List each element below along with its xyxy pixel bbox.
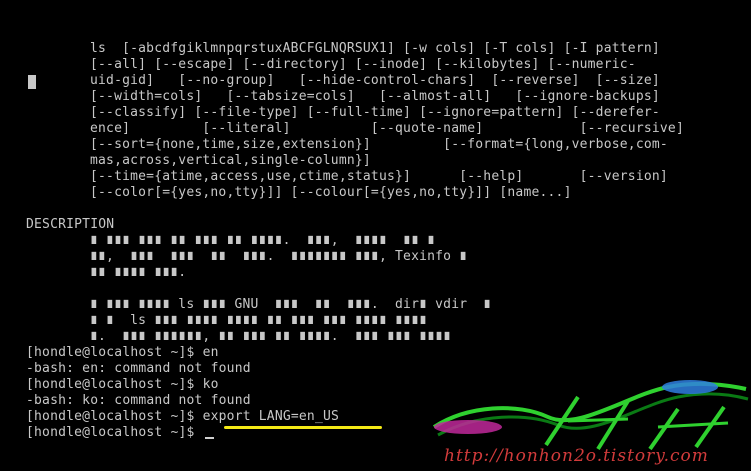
description-line: ∎. ∎∎∎ ∎∎∎∎∎∎, ∎∎ ∎∎∎ ∎∎ ∎∎∎∎. ∎∎∎ ∎∎∎ ∎… (90, 329, 452, 344)
watermark-stroke (648, 407, 680, 451)
watermark-blob (662, 380, 718, 394)
watermark-url: http://honhon2o.tistory.com (444, 446, 709, 466)
shell-error-line: -bash: en: command not found (26, 361, 251, 376)
text-cursor (204, 437, 214, 439)
command-underline (224, 426, 382, 429)
synopsis-line: mas,across,vertical,single-column}] (90, 153, 371, 168)
shell-error-line: -bash: ko: command not found (26, 393, 251, 408)
watermark-blob (434, 420, 502, 434)
synopsis-line: [--classify] [--file-type] [--full-time]… (90, 105, 660, 120)
synopsis-line: [--time={atime,access,use,ctime,status}]… (90, 169, 668, 184)
description-line: ∎ ∎∎∎ ∎∎∎ ∎∎ ∎∎∎ ∎∎ ∎∎∎∎. ∎∎∎, ∎∎∎∎ ∎∎ ∎ (90, 233, 436, 248)
description-line: ∎∎ ∎∎∎∎ ∎∎∎. (90, 265, 187, 280)
synopsis-line: [--color[={yes,no,tty}]] [--colour[={yes… (90, 185, 572, 200)
synopsis-line: [--all] [--escape] [--directory] [--inod… (90, 57, 636, 72)
description-line: ∎ ∎∎∎ ∎∎∎∎ ls ∎∎∎ GNU ∎∎∎ ∎∎ ∎∎∎. dir∎ v… (90, 297, 492, 312)
shell-prompt-line: [hondle@localhost ~]$ export LANG=en_US (26, 409, 340, 424)
synopsis-line: [--width=cols] [--tabsize=cols] [--almos… (90, 89, 660, 104)
shell-prompt-line: [hondle@localhost ~]$ ko (26, 377, 219, 392)
synopsis-line: ls [-abcdfgiklmnpqrstuxABCFGLNQRSUX1] [-… (90, 41, 660, 56)
synopsis-line: uid-gid] [--no-group] [--hide-control-ch… (90, 73, 660, 88)
description-heading: DESCRIPTION (26, 217, 115, 232)
block-cursor (28, 75, 36, 89)
description-line: ∎∎, ∎∎∎ ∎∎∎ ∎∎ ∎∎∎. ∎∎∎∎∎∎∎ ∎∎∎, Texinfo… (90, 249, 468, 264)
shell-prompt: [hondle@localhost ~]$ (26, 425, 203, 440)
synopsis-line: ence] [--literal] [--quote-name] [--recu… (90, 121, 684, 136)
synopsis-line: [--sort={none,time,size,extension}] [--f… (90, 137, 668, 152)
terminal-window[interactable]: ls [-abcdfgiklmnpqrstuxABCFGLNQRSUX1] [-… (0, 0, 751, 471)
shell-input-line[interactable]: [hondle@localhost ~]$ (26, 425, 214, 441)
description-line: ∎ ∎ ls ∎∎∎ ∎∎∎∎ ∎∎∎∎ ∎∎ ∎∎∎ ∎∎∎ ∎∎∎∎ ∎∎∎… (90, 313, 428, 328)
watermark-stroke (694, 405, 726, 449)
watermark-stroke (567, 417, 629, 423)
shell-prompt-line: [hondle@localhost ~]$ en (26, 345, 219, 360)
